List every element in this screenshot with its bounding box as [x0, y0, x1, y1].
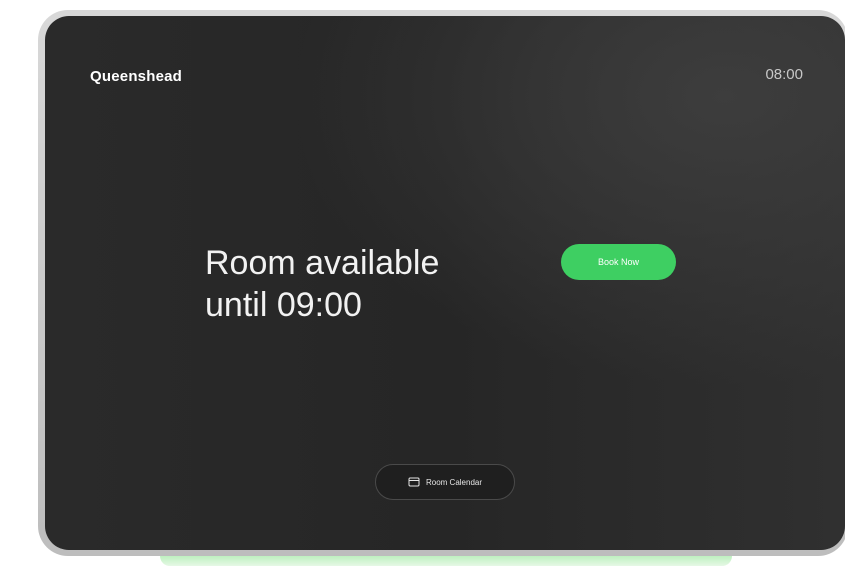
room-name: Queenshead — [90, 68, 183, 85]
room-calendar-label: Room Calendar — [425, 477, 483, 487]
calendar-icon — [408, 476, 420, 488]
current-time: 08:00 — [765, 66, 803, 83]
availability-status: Room available until 09:00 — [205, 242, 545, 326]
book-now-button[interactable]: Book Now — [561, 244, 676, 280]
availability-status-line-1: Room available — [205, 244, 440, 282]
room-calendar-button[interactable]: Room Calendar — [375, 464, 515, 500]
device-stage: Queenshead 08:00 Room available until 09… — [0, 0, 845, 569]
room-panel-screen: Queenshead 08:00 Room available until 09… — [45, 16, 845, 550]
availability-status-line-2: until 09:00 — [205, 286, 362, 324]
